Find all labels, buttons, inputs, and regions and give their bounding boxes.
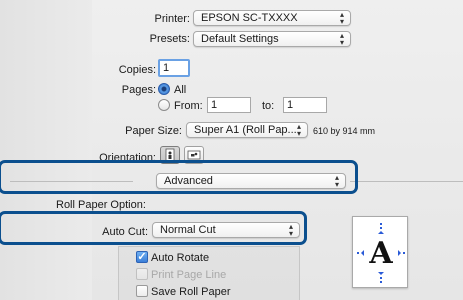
print-page-line-checkbox[interactable] (136, 268, 148, 280)
presets-popup[interactable]: Default Settings ▴ ▾ (193, 31, 351, 47)
orientation-label: Orientation: (99, 152, 156, 164)
auto-cut-label: Auto Cut: (102, 226, 148, 238)
separator-right (350, 181, 463, 182)
panel-popup[interactable]: Advanced ▴ ▾ (156, 173, 346, 189)
landscape-icon (187, 150, 201, 160)
pages-to-field[interactable]: 1 (283, 97, 327, 113)
pages-all-radio[interactable] (158, 83, 170, 95)
landscape-button[interactable] (184, 146, 204, 164)
popup-arrows-icon: ▴ ▾ (296, 122, 301, 138)
portrait-button[interactable] (160, 146, 180, 164)
preview-strip (0, 0, 92, 300)
rotation-preview: A (352, 216, 408, 288)
paper-size-popup[interactable]: Super A1 (Roll Pap... ▴ ▾ (186, 122, 308, 138)
copies-field[interactable]: 1 (158, 59, 190, 77)
separator-left (10, 181, 133, 182)
roll-paper-option-heading: Roll Paper Option: (56, 199, 146, 211)
paper-size-label: Paper Size: (125, 125, 182, 137)
popup-arrows-icon: ▴ ▾ (288, 222, 293, 238)
auto-cut-popup-value: Normal Cut (160, 224, 216, 236)
copies-label: Copies: (118, 64, 156, 76)
paper-dimensions: 610 by 914 mm (313, 126, 376, 136)
popup-arrows-icon: ▴ ▾ (339, 10, 344, 26)
pages-from-label: From: (174, 100, 203, 112)
printer-popup-value: EPSON SC-TXXXX (201, 12, 298, 24)
printer-label: Printer: (154, 13, 190, 25)
paper-size-popup-value: Super A1 (Roll Pap... (194, 124, 297, 136)
portrait-icon (165, 148, 175, 162)
auto-rotate-label: Auto Rotate (151, 252, 210, 264)
print-page-line-label: Print Page Line (151, 269, 227, 281)
pages-from-radio[interactable] (158, 99, 170, 111)
popup-arrows-icon: ▴ ▾ (334, 173, 339, 189)
popup-arrows-icon: ▴ ▾ (339, 31, 344, 47)
presets-popup-value: Default Settings (201, 33, 279, 45)
preview-glyph: A (369, 236, 393, 271)
panel-popup-value: Advanced (164, 175, 213, 187)
pages-to-label: to: (262, 100, 275, 112)
pages-from-field[interactable]: 1 (207, 97, 251, 113)
auto-rotate-checkbox[interactable]: ✓ (136, 251, 148, 263)
save-roll-paper-checkbox[interactable] (136, 285, 148, 297)
print-dialog: Printer: EPSON SC-TXXXX ▴ ▾ Presets: Defa… (0, 0, 463, 300)
auto-cut-popup[interactable]: Normal Cut ▴ ▾ (152, 222, 300, 238)
presets-label: Presets: (149, 33, 190, 45)
pages-all-label: All (174, 84, 187, 96)
save-roll-paper-label: Save Roll Paper (151, 286, 231, 298)
pages-label: Pages: (121, 84, 156, 96)
printer-popup[interactable]: EPSON SC-TXXXX ▴ ▾ (193, 10, 351, 26)
